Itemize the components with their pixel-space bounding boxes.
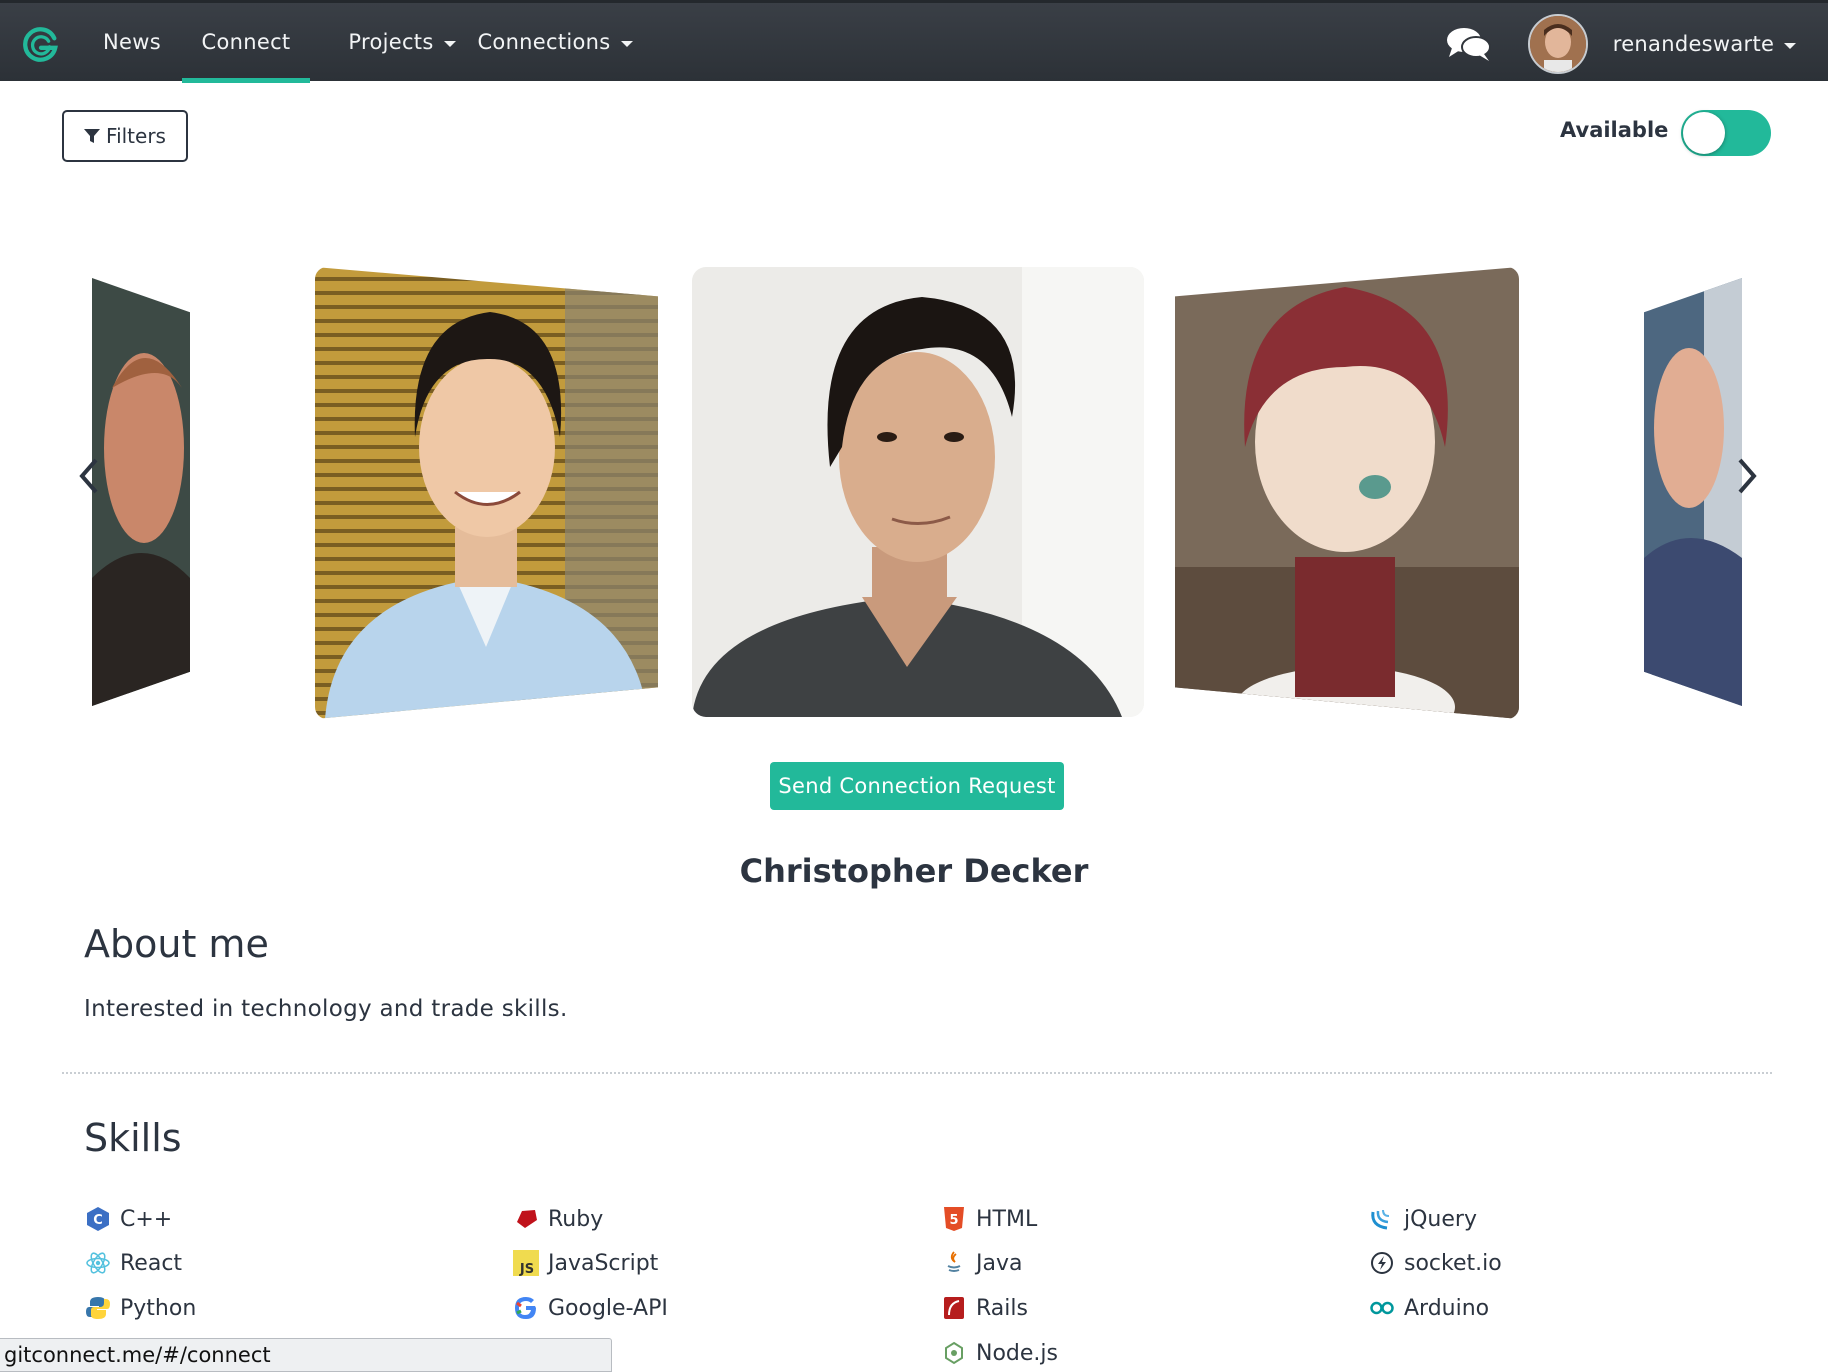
skill-item: Ruby [512,1204,603,1234]
available-label: Available [1560,118,1669,142]
filters-label: Filters [106,124,166,148]
skill-label: Rails [976,1295,1028,1321]
skill-item: Python [84,1293,196,1323]
skill-item: JS JavaScript [512,1248,658,1278]
caret-down-icon [1784,42,1797,49]
nav-connections-label: Connections [477,30,611,54]
skill-label: Ruby [548,1206,604,1232]
skill-item: React [84,1248,182,1278]
user-avatar[interactable] [1528,14,1588,74]
carousel-prev-arrow[interactable] [76,456,100,496]
skill-label: Google-API [548,1295,668,1321]
skill-label: socket.io [1404,1250,1502,1276]
nav-projects-dropdown[interactable]: Projects [328,3,476,81]
google-icon [512,1294,540,1322]
skill-label: HTML [976,1206,1038,1232]
available-toggle[interactable] [1681,110,1771,156]
java-icon [940,1249,968,1277]
skill-label: jQuery [1404,1206,1477,1232]
profile-card-far-left[interactable] [92,278,190,706]
nav-connections-dropdown[interactable]: Connections [475,3,635,81]
section-divider [62,1072,1772,1074]
socketio-icon [1368,1249,1396,1277]
html5-icon: 5 [940,1205,968,1233]
filter-icon [84,129,101,143]
skill-item: Node.js [940,1338,1058,1368]
username-label: renandeswarte [1612,32,1775,56]
caret-down-icon [620,40,633,47]
gitconnect-logo[interactable] [22,25,60,63]
skill-item: jQuery [1368,1204,1477,1234]
arduino-icon [1368,1294,1396,1322]
skill-label: Java [976,1250,1023,1276]
skill-item: Java [940,1248,1022,1278]
carousel-next-arrow[interactable] [1736,456,1760,496]
toggle-knob [1683,112,1725,154]
skill-item: Rails [940,1293,1028,1323]
svg-text:C: C [93,1213,103,1228]
cpp-icon: C [84,1205,112,1233]
skill-label: Python [120,1295,197,1321]
filters-button[interactable]: Filters [62,110,188,162]
profile-card-selected[interactable] [692,267,1144,717]
profile-card-right[interactable] [1175,267,1519,719]
skill-label: JavaScript [548,1250,659,1276]
react-icon [84,1249,112,1277]
skill-label: C++ [120,1206,173,1232]
user-menu-dropdown[interactable]: renandeswarte [1612,5,1797,83]
about-me-text: Interested in technology and trade skill… [84,996,568,1022]
nav-connect-label: Connect [201,29,291,54]
profile-name: Christopher Decker [739,852,1089,890]
ruby-icon [512,1205,540,1233]
profile-card-left[interactable] [315,267,658,719]
chat-icon[interactable] [1446,26,1492,62]
nav-connect[interactable]: Connect [182,3,310,83]
skill-item: 5 HTML [940,1204,1037,1234]
nodejs-icon [940,1339,968,1367]
nav-projects-label: Projects [348,30,434,54]
skill-label: Arduino [1404,1295,1490,1321]
nav-news[interactable]: News [90,3,174,81]
javascript-icon: JS [512,1249,540,1277]
browser-status-bar: gitconnect.me/#/connect [0,1338,612,1372]
nav-news-label: News [103,30,161,54]
skill-item: Google-API [512,1293,668,1323]
python-icon [84,1294,112,1322]
top-navbar: News Connect Projects Connections renand… [0,0,1828,83]
caret-down-icon [443,40,456,47]
profile-card-far-right[interactable] [1644,278,1742,706]
jquery-icon [1368,1205,1396,1233]
svg-text:5: 5 [949,1213,958,1228]
skill-label: Node.js [976,1340,1058,1366]
rails-icon [940,1294,968,1322]
svg-text:JS: JS [519,1262,534,1276]
skill-label: React [120,1250,183,1276]
send-connection-request-button[interactable]: Send Connection Request [770,762,1064,810]
skill-item: socket.io [1368,1248,1502,1278]
skill-item: Arduino [1368,1293,1489,1323]
about-me-heading: About me [84,922,269,966]
skills-heading: Skills [84,1116,182,1160]
skill-item: C C++ [84,1204,172,1234]
